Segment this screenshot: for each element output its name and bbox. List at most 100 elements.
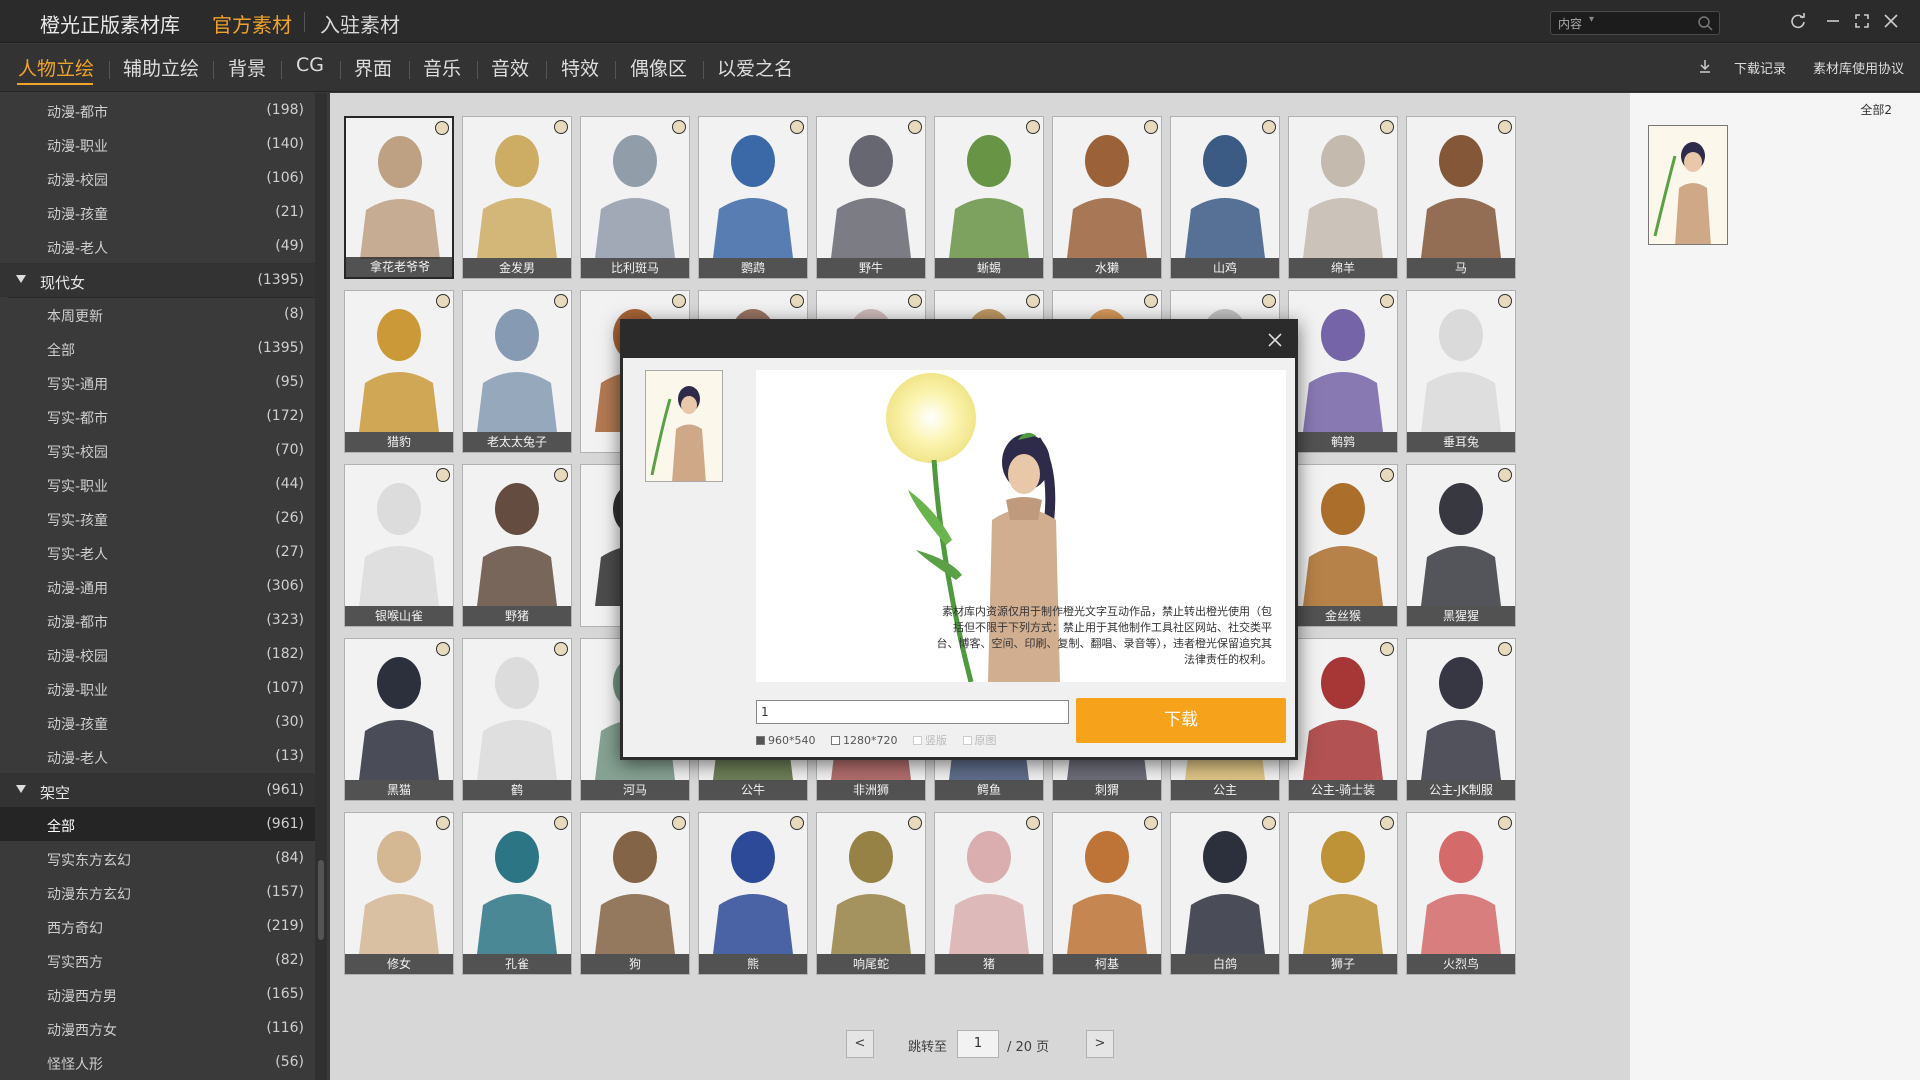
- sidebar-item-count: (84): [275, 850, 304, 866]
- tab-settled[interactable]: 入驻素材: [320, 9, 400, 38]
- sidebar-section[interactable]: 现代女 (1395): [0, 263, 315, 297]
- sidebar-item[interactable]: 写实东方玄幻 (84): [0, 841, 315, 875]
- sidebar-item[interactable]: 动漫-校园 (106): [0, 161, 315, 195]
- search-scope[interactable]: 内容: [1558, 15, 1582, 32]
- caret-down-icon[interactable]: [16, 785, 26, 793]
- divider: [477, 61, 478, 79]
- cat-in-love[interactable]: 以爱之名: [717, 54, 793, 81]
- sidebar-item[interactable]: 写实-校园 (70): [0, 433, 315, 467]
- close-icon[interactable]: [1265, 330, 1285, 350]
- divider: [304, 12, 305, 32]
- sidebar-item[interactable]: 动漫-通用 (306): [0, 569, 315, 603]
- sidebar-item[interactable]: 全部 (1395): [0, 331, 315, 365]
- license-link[interactable]: 素材库使用协议: [1813, 58, 1904, 77]
- search-box[interactable]: 内容 ▾: [1550, 11, 1720, 35]
- sidebar-item-label: 动漫-校园: [47, 649, 109, 665]
- sidebar-item[interactable]: 怪怪人形 (56): [0, 1045, 315, 1079]
- option-1280x720[interactable]: 1280*720: [831, 734, 898, 747]
- sidebar-item-count: (172): [266, 408, 304, 424]
- sidebar-item[interactable]: 动漫-校园 (182): [0, 637, 315, 671]
- close-icon[interactable]: [1881, 11, 1901, 31]
- sidebar-item-label: 写实-孩童: [47, 513, 109, 529]
- sidebar-item[interactable]: 动漫-职业 (107): [0, 671, 315, 705]
- sidebar-scroll-thumb[interactable]: [318, 860, 324, 940]
- download-icon[interactable]: [1698, 58, 1712, 74]
- cat-music[interactable]: 音乐: [423, 54, 461, 81]
- character-thumbnail-image: [1649, 126, 1727, 244]
- sidebar-item[interactable]: 全部 (961): [0, 807, 315, 841]
- sidebar-item[interactable]: 动漫-老人 (49): [0, 229, 315, 263]
- sidebar-item[interactable]: 动漫-职业 (140): [0, 127, 315, 161]
- cat-ui[interactable]: 界面: [354, 54, 392, 81]
- cat-sfx[interactable]: 音效: [491, 54, 529, 81]
- sidebar-item-label: 动漫-通用: [47, 581, 109, 597]
- sidebar-item-count: (198): [266, 102, 304, 118]
- option-label: 1280*720: [843, 734, 898, 747]
- tab-official[interactable]: 官方素材: [212, 9, 292, 38]
- sidebar-item-count: (8): [284, 306, 304, 322]
- sidebar-item[interactable]: 写实西方 (82): [0, 943, 315, 977]
- sidebar-item-label: 动漫-老人: [47, 751, 109, 767]
- sidebar-item[interactable]: 动漫东方玄幻 (157): [0, 875, 315, 909]
- sidebar-item-count: (165): [266, 986, 304, 1002]
- search-icon[interactable]: [1697, 15, 1713, 31]
- character-thumbnail-image: [646, 371, 722, 481]
- selection-count: 全部2: [1860, 103, 1892, 117]
- dialog-thumbnail[interactable]: [645, 370, 723, 482]
- sidebar-item[interactable]: 本周更新 (8): [0, 297, 315, 331]
- sidebar-item-label: 动漫-职业: [47, 683, 109, 699]
- sidebar-item-label: 动漫-都市: [47, 615, 109, 631]
- download-history-link[interactable]: 下载记录: [1734, 58, 1786, 77]
- cat-aux-figure[interactable]: 辅助立绘: [123, 54, 199, 81]
- sidebar-item-label: 全部: [47, 343, 75, 359]
- sidebar-item[interactable]: 动漫-孩童 (21): [0, 195, 315, 229]
- sidebar-item[interactable]: 写实-通用 (95): [0, 365, 315, 399]
- sidebar-item-count: (30): [275, 714, 304, 730]
- sidebar-item-label: 动漫-孩童: [47, 207, 109, 223]
- sidebar-item-count: (219): [266, 918, 304, 934]
- dialog-header: [623, 322, 1295, 358]
- preview-image: 素材库内资源仅用于制作橙光文字互动作品，禁止转出橙光使用（包括但不限于下列方式：…: [756, 370, 1286, 682]
- option-label: 960*540: [768, 734, 816, 747]
- sidebar-item[interactable]: 动漫-都市 (198): [0, 93, 315, 127]
- sidebar-item-count: (116): [266, 1020, 304, 1036]
- sidebar-item[interactable]: 动漫-老人 (13): [0, 739, 315, 773]
- refresh-icon[interactable]: [1788, 11, 1808, 31]
- cat-idol[interactable]: 偶像区: [630, 54, 687, 81]
- sidebar-item[interactable]: 写实-孩童 (26): [0, 501, 315, 535]
- sidebar-item[interactable]: 写实-职业 (44): [0, 467, 315, 501]
- cat-cg[interactable]: CG: [296, 54, 324, 76]
- option-960x540[interactable]: 960*540: [756, 734, 816, 747]
- download-button[interactable]: 下载: [1076, 698, 1286, 743]
- cat-figure[interactable]: 人物立绘: [18, 54, 94, 81]
- divider: [409, 61, 410, 79]
- sidebar-item[interactable]: 动漫西方女 (116): [0, 1011, 315, 1045]
- cat-background[interactable]: 背景: [228, 54, 266, 81]
- chevron-down-icon[interactable]: ▾: [1589, 14, 1594, 25]
- sidebar-item-label: 写实-都市: [47, 411, 109, 427]
- sidebar-item[interactable]: 写实-都市 (172): [0, 399, 315, 433]
- minimize-icon[interactable]: [1823, 11, 1843, 31]
- sidebar-item-label: 架空: [40, 784, 71, 802]
- restore-icon[interactable]: [1852, 11, 1872, 31]
- size-options: 960*540 1280*720 竖版 原图: [756, 732, 1009, 748]
- checkbox-icon: [962, 736, 972, 745]
- sidebar-item[interactable]: 写实-老人 (27): [0, 535, 315, 569]
- sidebar-item-label: 动漫西方女: [47, 1023, 117, 1039]
- selected-thumbnail[interactable]: [1648, 125, 1728, 245]
- sidebar-section[interactable]: 架空 (961): [0, 773, 315, 807]
- sidebar-item-count: (961): [266, 816, 304, 832]
- sidebar-item[interactable]: 动漫-都市 (323): [0, 603, 315, 637]
- sidebar-item-count: (95): [275, 374, 304, 390]
- sidebar-item-label: 动漫-老人: [47, 241, 109, 257]
- sidebar-item[interactable]: 动漫-孩童 (30): [0, 705, 315, 739]
- sidebar-item[interactable]: 动漫西方男 (165): [0, 977, 315, 1011]
- sidebar-item[interactable]: 西方奇幻 (219): [0, 909, 315, 943]
- cat-effects[interactable]: 特效: [561, 54, 599, 81]
- sidebar-item-count: (107): [266, 680, 304, 696]
- filename-input[interactable]: 1: [756, 700, 1069, 724]
- caret-down-icon[interactable]: [16, 275, 26, 283]
- divider: [546, 61, 547, 79]
- sidebar-item-label: 写实-校园: [47, 445, 109, 461]
- sidebar-item-count: (21): [275, 204, 304, 220]
